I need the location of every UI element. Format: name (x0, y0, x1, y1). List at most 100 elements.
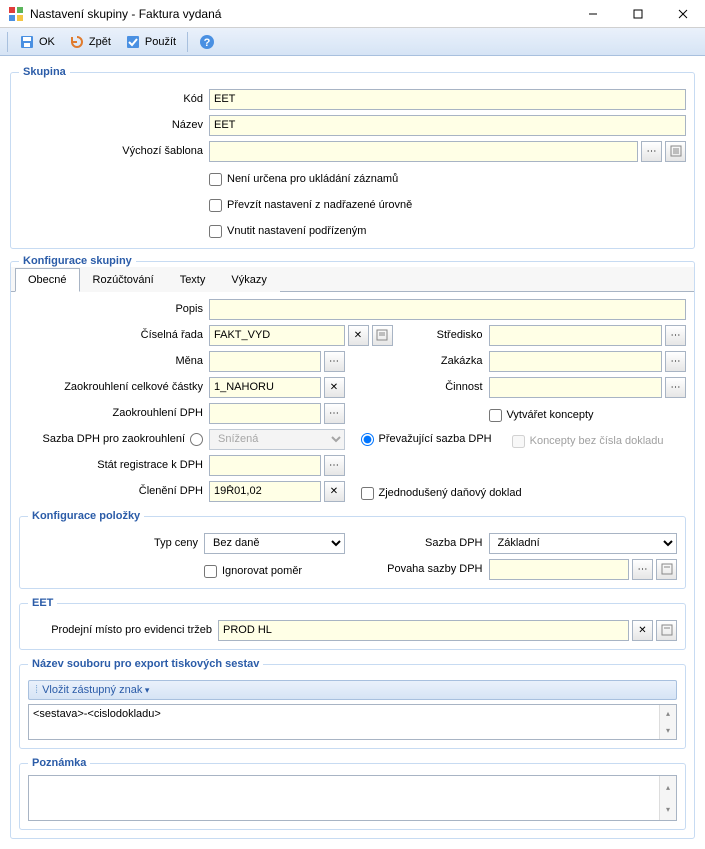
group-export: Název souboru pro export tiskových sesta… (19, 658, 686, 749)
povaha-input[interactable] (489, 559, 630, 580)
radio-prev-sazba[interactable]: Převažující sazba DPH (361, 433, 492, 446)
toolbar: OK Zpět Použít ? (0, 28, 705, 56)
povaha-lookup-button[interactable]: ⋯ (632, 559, 653, 580)
grip-icon: ⁞ (35, 684, 38, 696)
rada-label: Číselná řada (19, 329, 209, 341)
tabs: Obecné Rozúčtování Texty Výkazy (11, 267, 694, 292)
sablona-detail-button[interactable] (665, 141, 686, 162)
pozn-legend: Poznámka (28, 757, 90, 769)
cb-prevzit[interactable]: Převzít nastavení z nadřazené úrovně (209, 199, 412, 212)
cb-neni-urcena[interactable]: Není určena pro ukládání záznamů (209, 173, 398, 186)
pozn-text[interactable] (29, 776, 659, 820)
sazba-zaok-label: Sazba DPH pro zaokrouhlení (43, 433, 185, 445)
cinnost-lookup-button[interactable]: ⋯ (665, 377, 686, 398)
tab-vykazy[interactable]: Výkazy (218, 268, 279, 292)
sazba-dph-select[interactable]: Základní (489, 533, 678, 554)
mena-label: Měna (19, 355, 209, 367)
stredisko-lookup-button[interactable]: ⋯ (665, 325, 686, 346)
nazev-input[interactable] (209, 115, 686, 136)
scrollbar[interactable]: ▴▾ (659, 776, 676, 820)
back-button[interactable]: Zpět (63, 31, 117, 53)
typ-ceny-label: Typ ceny (28, 537, 204, 549)
typ-ceny-select[interactable]: Bez daně (204, 533, 345, 554)
tab-rozuctovani[interactable]: Rozúčtování (80, 268, 167, 292)
group-konfigurace-skupiny: Konfigurace skupiny Obecné Rozúčtování T… (10, 255, 695, 839)
misto-input[interactable] (218, 620, 629, 641)
window-title: Nastavení skupiny - Faktura vydaná (30, 7, 570, 21)
misto-label: Prodejní místo pro evidenci tržeb (28, 624, 218, 636)
cb-vytv-koncepty[interactable]: Vytvářet koncepty (489, 409, 594, 422)
cleneni-label: Členění DPH (19, 485, 209, 497)
help-button[interactable]: ? (193, 31, 221, 53)
cb-zjednoduseny[interactable]: Zjednodušený daňový doklad (361, 487, 522, 500)
nazev-label: Název (19, 119, 209, 131)
cleneni-input[interactable] (209, 481, 321, 502)
zaok-dph-input[interactable] (209, 403, 321, 424)
misto-detail-button[interactable] (656, 620, 677, 641)
kod-label: Kód (19, 93, 209, 105)
konfig-legend: Konfigurace skupiny (19, 255, 136, 267)
svg-text:?: ? (204, 37, 211, 49)
group-konfigurace-polozky: Konfigurace položky Typ ceny Bez daně Ig… (19, 510, 686, 589)
misto-clear-button[interactable]: ✕ (632, 620, 653, 641)
polozka-legend: Konfigurace položky (28, 510, 144, 522)
help-icon: ? (199, 34, 215, 50)
sazba-dph-label: Sazba DPH (361, 537, 489, 549)
mena-input[interactable] (209, 351, 321, 372)
rada-input[interactable] (209, 325, 345, 346)
tab-obecne[interactable]: Obecné (15, 268, 80, 292)
zaok-celk-input[interactable] (209, 377, 321, 398)
cb-ignor-pomer[interactable]: Ignorovat poměr (204, 565, 302, 578)
mena-lookup-button[interactable]: ⋯ (324, 351, 345, 372)
stredisko-input[interactable] (489, 325, 663, 346)
cinnost-input[interactable] (489, 377, 663, 398)
zaok-dph-label: Zaokrouhlení DPH (19, 407, 209, 419)
ok-button[interactable]: OK (13, 31, 61, 53)
maximize-button[interactable] (615, 0, 660, 28)
stat-input[interactable] (209, 455, 321, 476)
sablona-input[interactable] (209, 141, 638, 162)
app-icon (8, 6, 24, 22)
export-legend: Název souboru pro export tiskových sesta… (28, 658, 263, 670)
tab-texty[interactable]: Texty (167, 268, 219, 292)
povaha-label: Povaha sazby DPH (361, 563, 489, 575)
apply-icon (125, 34, 141, 50)
cleneni-clear-button[interactable]: ✕ (324, 481, 345, 502)
group-eet: EET Prodejní místo pro evidenci tržeb ✕ (19, 597, 686, 650)
popis-label: Popis (19, 303, 209, 315)
zakazka-input[interactable] (489, 351, 663, 372)
kod-input[interactable] (209, 89, 686, 110)
group-skupina: Skupina Kód Název Výchozí šablona ⋯ Není… (10, 66, 695, 249)
sazba-zaok-radio[interactable] (190, 433, 203, 446)
back-label: Zpět (89, 36, 111, 48)
apply-button[interactable]: Použít (119, 31, 182, 53)
apply-label: Použít (145, 36, 176, 48)
cb-vnutit[interactable]: Vnutit nastavení podřízeným (209, 225, 366, 238)
minimize-button[interactable] (570, 0, 615, 28)
sazba-zaok-select: Snížená (209, 429, 345, 450)
close-button[interactable] (660, 0, 705, 28)
undo-icon (69, 34, 85, 50)
skupina-legend: Skupina (19, 66, 70, 78)
stat-lookup-button[interactable]: ⋯ (324, 455, 345, 476)
insert-placeholder-button[interactable]: Vložit zástupný znak (42, 684, 149, 696)
cinnost-label: Činnost (361, 381, 489, 393)
povaha-detail-button[interactable] (656, 559, 677, 580)
titlebar: Nastavení skupiny - Faktura vydaná (0, 0, 705, 28)
stat-label: Stát registrace k DPH (19, 459, 209, 471)
zaok-celk-label: Zaokrouhlení celkové částky (19, 381, 209, 393)
zakazka-lookup-button[interactable]: ⋯ (665, 351, 686, 372)
zaok-celk-clear-button[interactable]: ✕ (324, 377, 345, 398)
save-icon (19, 34, 35, 50)
cb-konc-bez: Koncepty bez čísla dokladu (512, 435, 686, 448)
insert-placeholder-bar: ⁞ Vložit zástupný znak (28, 680, 677, 700)
zaok-dph-lookup-button[interactable]: ⋯ (324, 403, 345, 424)
scrollbar[interactable]: ▴▾ (659, 705, 676, 739)
stredisko-label: Středisko (361, 329, 489, 341)
popis-input[interactable] (209, 299, 686, 320)
export-text[interactable]: <sestava>-<cislodokladu> (29, 705, 659, 739)
zakazka-label: Zakázka (361, 355, 489, 367)
sablona-label: Výchozí šablona (19, 145, 209, 157)
sablona-lookup-button[interactable]: ⋯ (641, 141, 662, 162)
eet-legend: EET (28, 597, 57, 609)
